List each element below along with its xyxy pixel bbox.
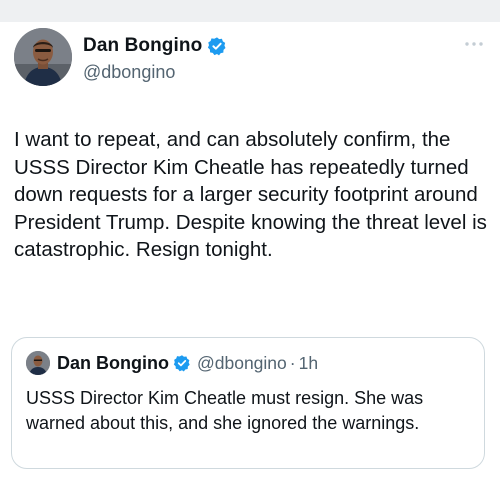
author-display-name[interactable]: Dan Bongino: [83, 35, 202, 57]
quoted-separator: ·: [289, 352, 296, 373]
quoted-verified-badge-icon: [173, 355, 190, 372]
verified-badge-icon: [208, 37, 226, 56]
quoted-avatar-image: [26, 351, 50, 375]
top-strip: [0, 0, 500, 22]
quoted-avatar: [26, 351, 50, 375]
tweet-card[interactable]: Dan Bongino @dbongino I want to repeat, …: [0, 22, 500, 481]
quoted-author-handle[interactable]: @dbongino: [197, 353, 287, 374]
quoted-tweet-header: Dan Bongino @dbongino · 1h: [26, 350, 318, 376]
more-horizontal-icon: [465, 42, 483, 46]
quoted-author-display-name[interactable]: Dan Bongino: [57, 353, 169, 374]
avatar-image: [14, 28, 72, 86]
quoted-timestamp[interactable]: 1h: [299, 353, 318, 374]
quoted-tweet[interactable]: Dan Bongino @dbongino · 1h USSS Director…: [11, 337, 485, 469]
quoted-tweet-text: USSS Director Kim Cheatle must resign. S…: [26, 388, 424, 433]
more-options-button[interactable]: [462, 36, 486, 52]
tweet-author: Dan Bongino @dbongino: [83, 32, 227, 83]
avatar[interactable]: [14, 28, 72, 86]
author-handle[interactable]: @dbongino: [83, 62, 227, 83]
tweet-text: I want to repeat, and can absolutely con…: [14, 128, 487, 261]
